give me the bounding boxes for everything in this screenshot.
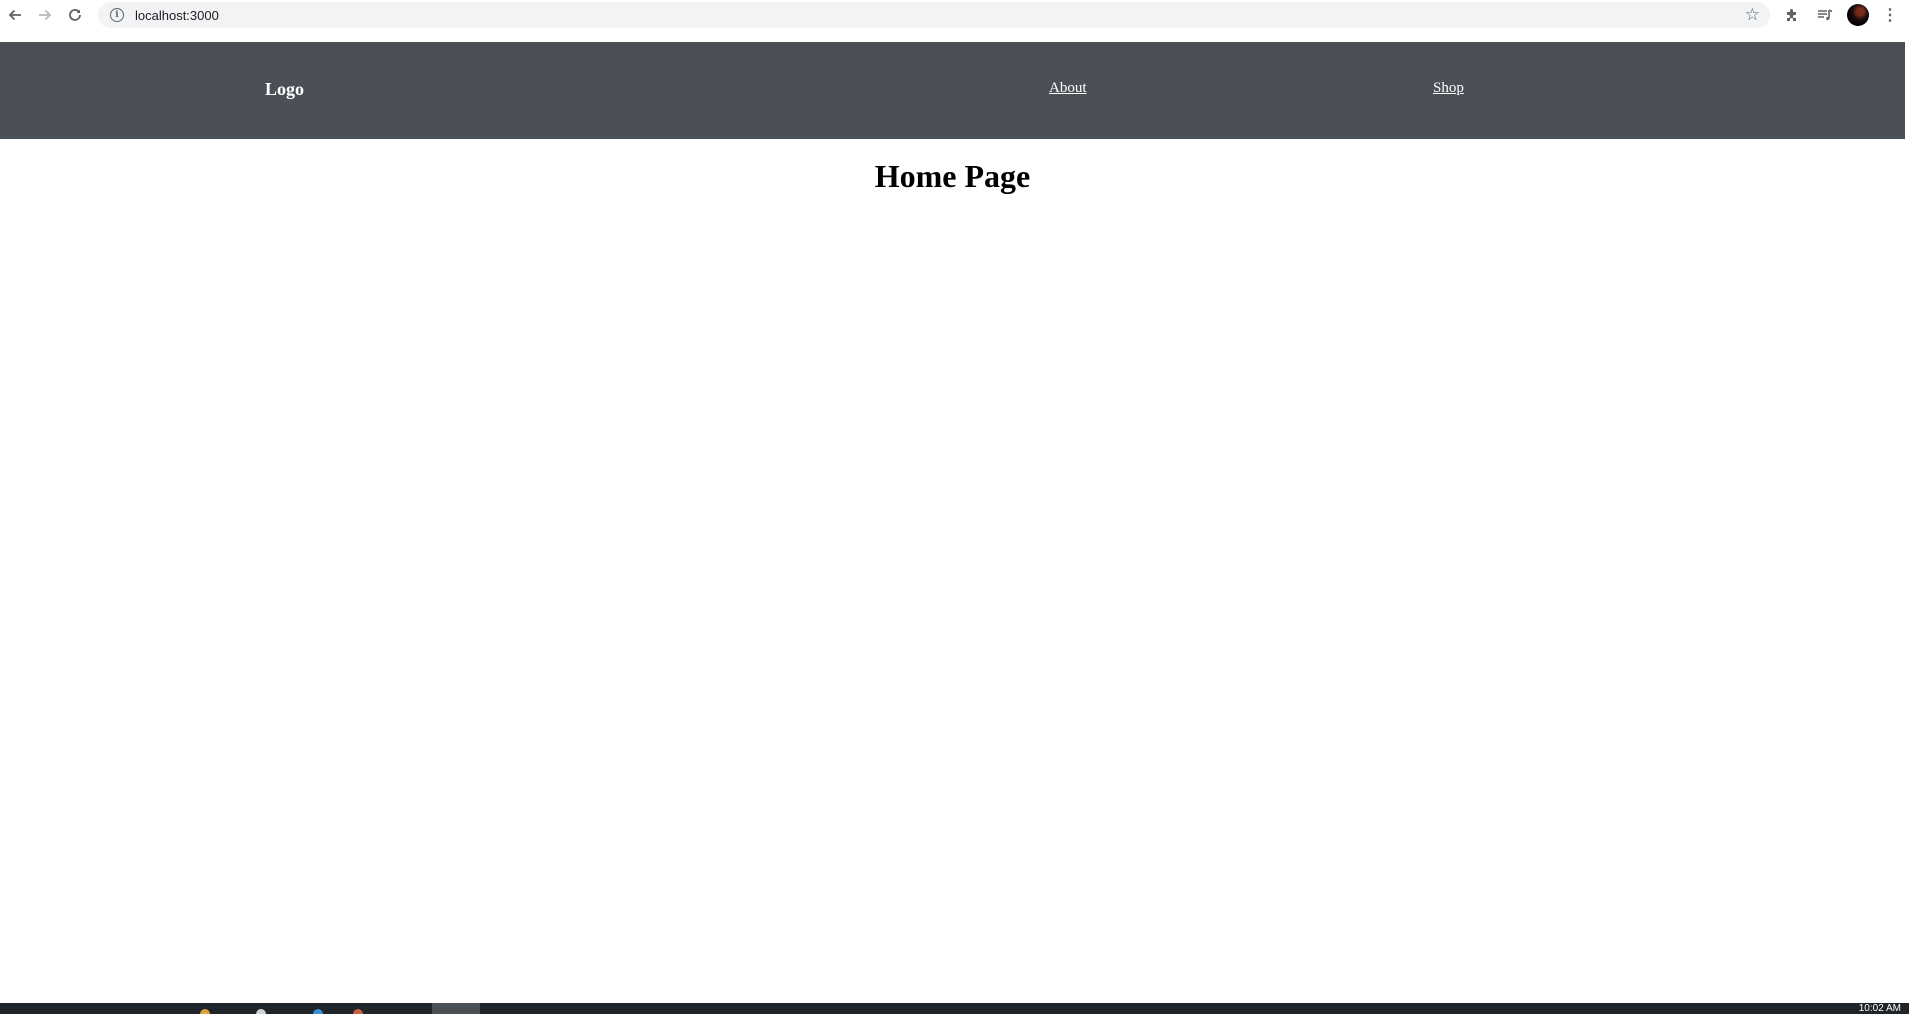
extensions-puzzle-icon[interactable] <box>1780 0 1804 30</box>
site-header: Logo About Shop <box>0 42 1905 139</box>
taskbar-app-icon[interactable] <box>256 1009 266 1014</box>
taskbar-active-app[interactable] <box>432 1003 480 1014</box>
back-arrow-icon[interactable] <box>0 0 30 30</box>
media-queue-icon[interactable] <box>1813 0 1837 30</box>
taskbar-app-icon-red[interactable] <box>353 1009 363 1014</box>
nav-link-shop[interactable]: Shop <box>1433 80 1464 97</box>
file-explorer-icon[interactable] <box>200 1009 210 1014</box>
kebab-menu-icon[interactable]: ⋮ <box>1878 0 1902 30</box>
nav-link-about[interactable]: About <box>1049 80 1087 97</box>
browser-toolbar: i localhost:3000 ☆ ⋮ <box>0 0 1909 30</box>
site-logo[interactable]: Logo <box>265 79 304 100</box>
taskbar-app-icon-blue[interactable] <box>313 1009 323 1014</box>
reload-icon[interactable] <box>60 0 90 30</box>
profile-avatar-icon[interactable] <box>1847 4 1869 26</box>
os-taskbar: 10:02 AM <box>0 1003 1909 1014</box>
page-title: Home Page <box>874 158 1031 194</box>
taskbar-clock[interactable]: 10:02 AM <box>1859 1004 1901 1014</box>
bookmark-star-icon[interactable]: ☆ <box>1745 5 1760 25</box>
address-bar-url[interactable]: localhost:3000 <box>135 8 219 23</box>
toolbar-spacer <box>0 30 1909 42</box>
site-info-icon[interactable]: i <box>110 8 124 22</box>
forward-arrow-icon[interactable] <box>30 0 60 30</box>
address-bar[interactable]: i localhost:3000 ☆ <box>98 2 1770 28</box>
